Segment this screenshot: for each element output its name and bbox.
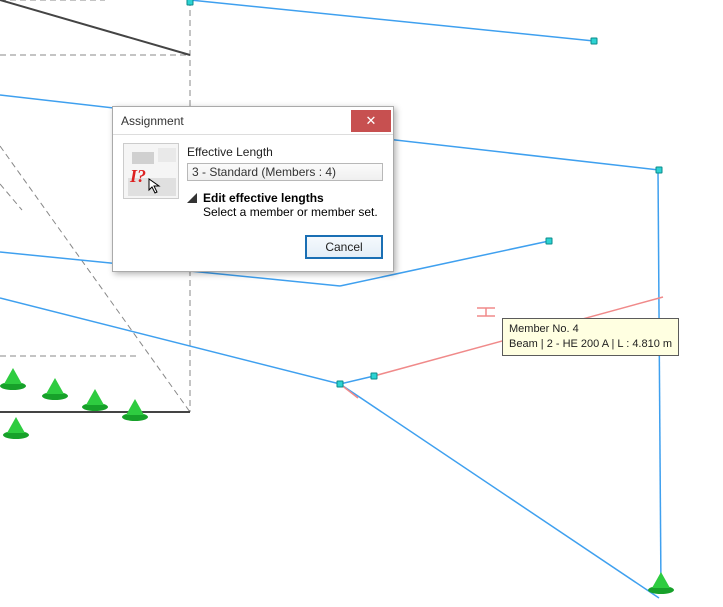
triangle-icon [187, 193, 197, 203]
support-icon [3, 417, 29, 443]
instruction-text: Edit effective lengths Select a member o… [203, 191, 378, 219]
model-viewport[interactable] [0, 0, 723, 607]
node [337, 381, 344, 388]
cancel-button[interactable]: Cancel [305, 235, 383, 259]
tooltip-line-2: Beam | 2 - HE 200 A | L : 4.810 m [509, 337, 672, 352]
assignment-thumbnail-icon: I? [123, 143, 179, 199]
support-icon [122, 399, 148, 425]
instruction-detail: Select a member or member set. [203, 205, 378, 219]
node [656, 167, 663, 174]
close-button[interactable]: ✕ [351, 110, 391, 132]
support-icon [42, 378, 68, 404]
node [591, 38, 598, 45]
support-icon [0, 368, 26, 394]
effective-length-select[interactable]: 3 - Standard (Members : 4) [187, 163, 383, 181]
support-icon [82, 389, 108, 415]
dialog-titlebar[interactable]: Assignment ✕ [113, 107, 393, 135]
cancel-label: Cancel [325, 240, 362, 254]
section-label: Effective Length [187, 145, 383, 159]
node [187, 0, 194, 6]
dialog-title: Assignment [121, 114, 184, 128]
close-icon: ✕ [366, 114, 377, 127]
instruction-bold: Edit effective lengths [203, 191, 378, 205]
cursor-icon [148, 178, 164, 194]
node [371, 373, 378, 380]
node [546, 238, 553, 245]
support-icon [648, 572, 674, 598]
tooltip-line-1: Member No. 4 [509, 322, 672, 337]
member-tooltip: Member No. 4 Beam | 2 - HE 200 A | L : 4… [502, 318, 679, 356]
assignment-dialog: Assignment ✕ I? Effective Length 3 - Sta… [112, 106, 394, 272]
